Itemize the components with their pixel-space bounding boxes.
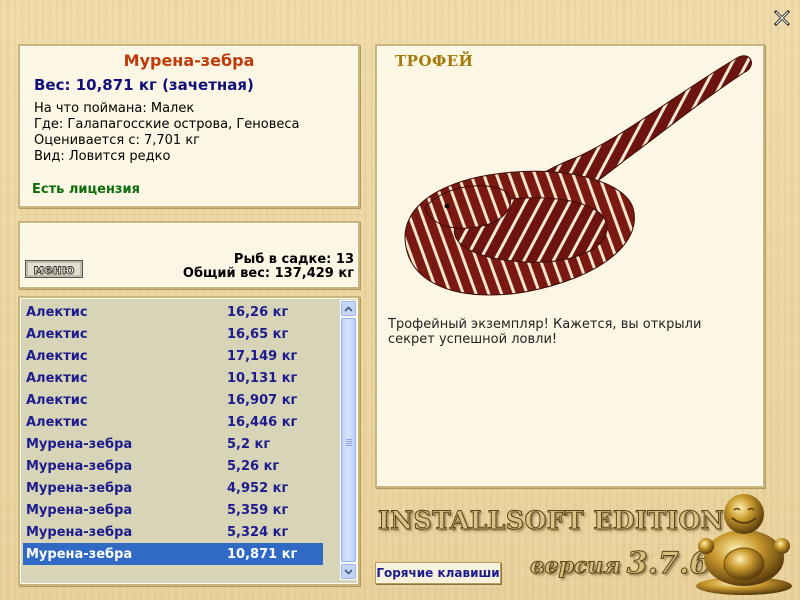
catch-row[interactable]: Алектис 16,26 кг bbox=[23, 301, 323, 323]
fish-weight: Вес: 10,871 кг (зачетная) bbox=[34, 76, 254, 94]
catch-list-panel: Алектис 16,26 кг Алектис 16,65 кг Алектис 17,… bbox=[18, 296, 360, 586]
catch-fish-weight: 5,2 кг bbox=[227, 437, 271, 452]
brand-version-logo: версия 3.7.6 bbox=[530, 546, 711, 582]
catch-row[interactable]: Мурена-зебра 5,359 кг bbox=[23, 499, 323, 521]
trophy-panel: ТРОФЕЙ Трофейный экземпляр! Кажется, вы … bbox=[375, 44, 765, 488]
fish-min-weight: Оценивается с: 7,701 кг bbox=[34, 133, 201, 148]
catch-row[interactable]: Алектис 16,446 кг bbox=[23, 411, 323, 433]
catch-fish-weight: 16,446 кг bbox=[227, 415, 298, 430]
catch-fish-weight: 5,359 кг bbox=[227, 503, 289, 518]
hotkeys-button[interactable]: Горячие клавиши bbox=[375, 562, 501, 584]
catch-fish-weight: 16,907 кг bbox=[227, 393, 298, 408]
catch-row[interactable]: Алектис 16,65 кг bbox=[23, 323, 323, 345]
menu-button[interactable]: меню bbox=[25, 260, 83, 278]
catch-row-selected[interactable]: Мурена-зебра 10,871 кг bbox=[23, 543, 323, 565]
buddha-statue-icon bbox=[696, 494, 792, 595]
catch-fish-weight: 16,26 кг bbox=[227, 305, 289, 320]
catch-fish-weight: 4,952 кг bbox=[227, 481, 289, 496]
scroll-grip-icon bbox=[346, 439, 352, 440]
fish-bait: На что поймана: Малек bbox=[34, 101, 195, 116]
catch-row[interactable]: Мурена-зебра 4,952 кг bbox=[23, 477, 323, 499]
fish-info-panel: Мурена-зебра Вес: 10,871 кг (зачетная) Н… bbox=[18, 44, 360, 208]
catch-fish-name: Мурена-зебра bbox=[26, 547, 133, 562]
close-button[interactable] bbox=[773, 9, 791, 27]
scroll-down-button[interactable] bbox=[341, 564, 356, 579]
catch-fish-weight: 10,131 кг bbox=[227, 371, 298, 386]
catch-fish-name: Мурена-зебра bbox=[26, 459, 133, 474]
catch-fish-name: Мурена-зебра bbox=[26, 503, 133, 518]
catch-fish-name: Мурена-зебра bbox=[26, 525, 133, 540]
fish-name: Мурена-зебра bbox=[123, 51, 255, 70]
trophy-description: Трофейный экземпляр! Кажется, вы открыли… bbox=[388, 317, 702, 347]
catch-row[interactable]: Алектис 17,149 кг bbox=[23, 345, 323, 367]
brand-edition-logo: INSTALLSOFT EDITION bbox=[377, 506, 725, 536]
keepnet-count: Рыб в садке: 13 bbox=[233, 252, 354, 267]
catch-fish-name: Мурена-зебра bbox=[26, 437, 133, 452]
menu-button-label: меню bbox=[33, 263, 74, 278]
catch-row[interactable]: Мурена-зебра 5,26 кг bbox=[23, 455, 323, 477]
keepnet-panel: меню Рыб в садке: 13 Общий вес: 137,429 … bbox=[18, 221, 360, 289]
version-word: версия bbox=[530, 553, 622, 580]
catch-fish-name: Алектис bbox=[26, 393, 88, 408]
close-x-icon bbox=[774, 10, 790, 26]
chevron-up-icon bbox=[344, 305, 353, 312]
catch-fish-name: Алектис bbox=[26, 349, 88, 364]
catch-row[interactable]: Мурена-зебра 5,324 кг bbox=[23, 521, 323, 543]
fish-rarity: Вид: Ловится редко bbox=[34, 149, 171, 164]
catch-fish-name: Алектис bbox=[26, 305, 88, 320]
keepnet-total-weight: Общий вес: 137,429 кг bbox=[182, 266, 354, 281]
scroll-up-button[interactable] bbox=[341, 301, 356, 316]
trophy-title: ТРОФЕЙ bbox=[395, 52, 474, 70]
catch-fish-name: Алектис bbox=[26, 415, 88, 430]
catch-row[interactable]: Алектис 16,907 кг bbox=[23, 389, 323, 411]
catch-fish-name: Алектис bbox=[26, 327, 88, 342]
license-status: Есть лицензия bbox=[32, 182, 140, 197]
zebra-moray-eel-image bbox=[404, 55, 752, 296]
chevron-down-icon bbox=[344, 568, 353, 575]
catch-fish-name: Алектис bbox=[26, 371, 88, 386]
fish-location: Где: Галапагосские острова, Геновеса bbox=[34, 117, 300, 132]
scroll-thumb[interactable] bbox=[341, 318, 356, 562]
catch-fish-weight: 5,324 кг bbox=[227, 525, 289, 540]
catch-fish-weight: 16,65 кг bbox=[227, 327, 289, 342]
catch-list-scrollbar[interactable] bbox=[339, 300, 357, 580]
catch-fish-name: Мурена-зебра bbox=[26, 481, 133, 496]
catch-fish-weight: 5,26 кг bbox=[227, 459, 280, 474]
catch-row[interactable]: Алектис 10,131 кг bbox=[23, 367, 323, 389]
catch-row[interactable]: Мурена-зебра 5,2 кг bbox=[23, 433, 323, 455]
catch-fish-weight: 10,871 кг bbox=[227, 547, 298, 562]
catch-list: Алектис 16,26 кг Алектис 16,65 кг Алектис 17,… bbox=[23, 301, 323, 565]
catch-fish-weight: 17,149 кг bbox=[227, 349, 298, 364]
